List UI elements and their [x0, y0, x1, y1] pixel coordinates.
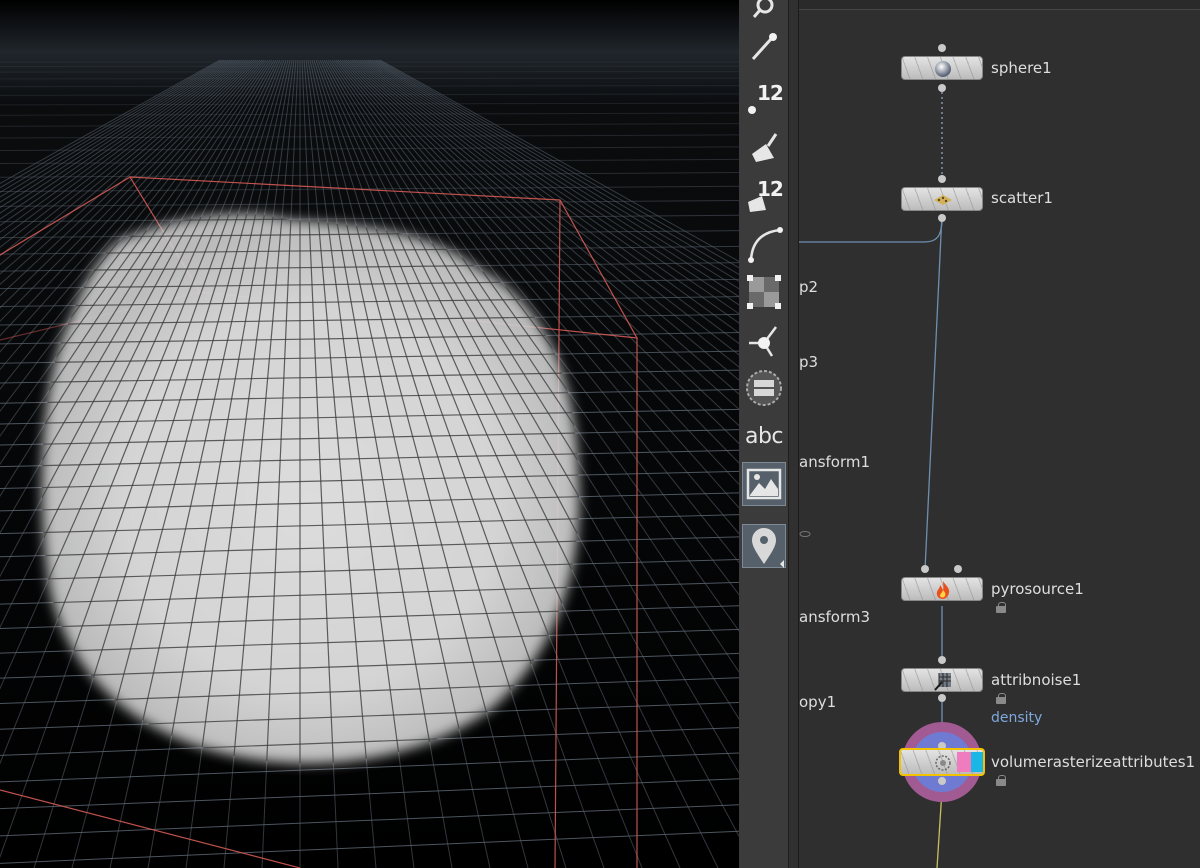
partial-node-label: p2	[799, 278, 819, 296]
text-icon: abc	[744, 423, 784, 449]
checker-tool[interactable]	[742, 270, 786, 314]
scatter-icon	[931, 189, 955, 210]
node-scatter1[interactable]	[901, 187, 983, 211]
brush-tool[interactable]	[742, 126, 786, 170]
pin-icon	[751, 33, 777, 61]
output-connector[interactable]	[938, 84, 946, 92]
sphere-icon	[931, 58, 955, 79]
volume-icon	[931, 752, 955, 774]
bypass-flag[interactable]	[957, 752, 971, 772]
input-connector[interactable]	[921, 565, 929, 573]
point-count-label: 12	[757, 81, 784, 105]
output-connector[interactable]	[938, 694, 946, 702]
node-label: pyrosource1	[991, 580, 1084, 598]
viewport-toolbar: 12 12 abc	[739, 0, 789, 868]
node-pyrosource1[interactable]	[901, 577, 983, 601]
background-image-tool[interactable]	[742, 462, 786, 506]
input-connector[interactable]	[938, 175, 946, 183]
primitive-count-tool[interactable]: 12	[742, 174, 786, 218]
lock-icon	[996, 602, 1006, 613]
input-connector[interactable]	[938, 44, 946, 52]
brush-icon	[752, 133, 778, 162]
location-pin-icon	[752, 528, 784, 568]
background-image-icon	[746, 468, 782, 500]
node-attribnoise1[interactable]	[901, 668, 983, 692]
handle-icon	[749, 326, 777, 357]
node-volumerasterizeattributes1[interactable]	[899, 748, 985, 776]
node-sphere1[interactable]	[901, 56, 983, 80]
checker-icon	[747, 275, 781, 309]
pane-splitter[interactable]	[789, 0, 799, 868]
lock-icon	[996, 693, 1006, 704]
network-editor[interactable]: p2 p3 ansform1 ansform3 opy1 sphere1 sca…	[799, 0, 1200, 868]
curve-tool[interactable]	[742, 222, 786, 266]
partial-node-label: opy1	[799, 693, 837, 711]
noise-icon	[931, 670, 955, 691]
node-label: scatter1	[991, 189, 1053, 207]
output-connector[interactable]	[938, 214, 946, 222]
lock-icon	[996, 775, 1006, 786]
pin-tool[interactable]	[742, 24, 786, 68]
text-tool[interactable]: abc	[742, 414, 786, 458]
scene-viewport[interactable]	[0, 0, 739, 868]
partial-node-label: ansform3	[799, 608, 871, 626]
display-flag[interactable]	[971, 752, 983, 772]
partial-node-label: ansform1	[799, 453, 871, 471]
partial-node-label: p3	[799, 353, 819, 371]
node-label: sphere1	[991, 59, 1052, 77]
network-wires	[799, 92, 943, 868]
location-pin-tool[interactable]	[742, 524, 786, 568]
primitive-count-label: 12	[757, 177, 784, 201]
point-count-tool[interactable]: 12	[742, 76, 786, 120]
input-connector[interactable]	[954, 565, 962, 573]
node-label: attribnoise1	[991, 671, 1082, 689]
node-label: volumerasterizeattributes1	[991, 753, 1196, 771]
input-connector[interactable]	[938, 656, 946, 664]
collapsed-wire-icon	[799, 531, 811, 537]
curve-icon	[748, 227, 783, 263]
attribute-flag-label: density	[991, 710, 1043, 726]
fire-icon	[931, 579, 955, 600]
ghost-icon	[746, 370, 782, 406]
handle-tool[interactable]	[742, 318, 786, 362]
link-icon	[752, 0, 774, 18]
ghost-tool[interactable]	[742, 366, 786, 410]
output-connector[interactable]	[938, 777, 946, 785]
